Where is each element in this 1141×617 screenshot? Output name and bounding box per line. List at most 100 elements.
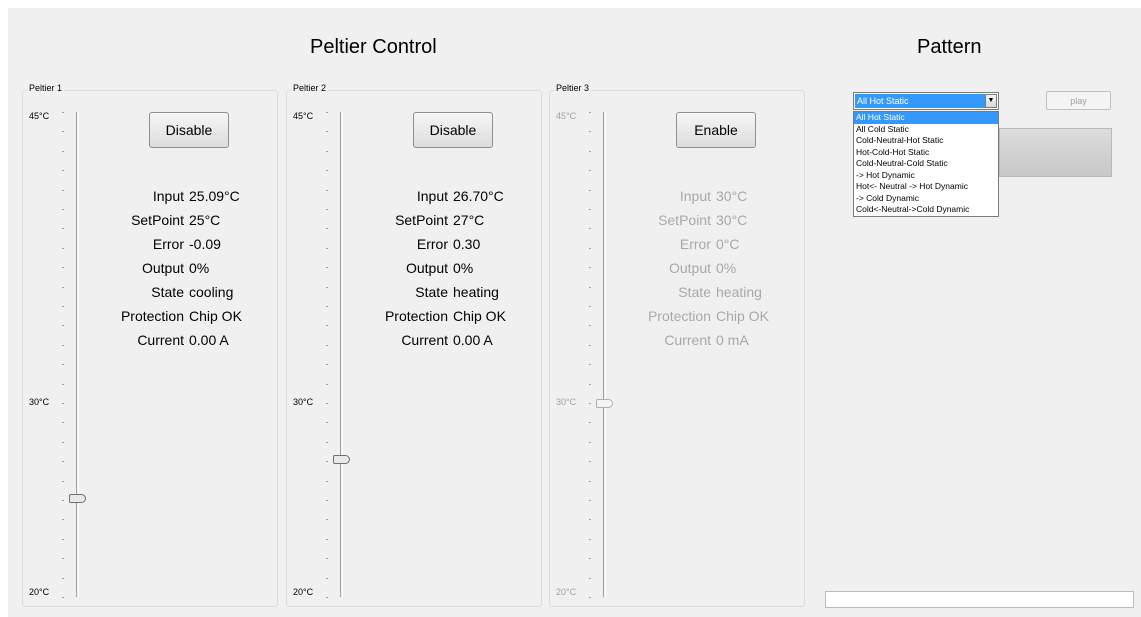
slider-tick	[326, 578, 328, 579]
state-value: heating	[453, 284, 499, 300]
enable-button[interactable]: Enable	[676, 112, 756, 148]
pattern-option[interactable]: Hot<- Neutral -> Hot Dynamic	[854, 181, 998, 193]
slider-tick	[326, 597, 328, 598]
input-row: Input 26.70°C	[287, 188, 543, 208]
pattern-select[interactable]: All Hot Static ▼	[853, 92, 999, 110]
input-label: Input	[152, 188, 184, 204]
pattern-title: Pattern	[917, 36, 982, 58]
slider-tick	[62, 384, 64, 385]
input-row: Input 30°C	[550, 188, 806, 208]
pattern-option[interactable]: All Hot Static	[854, 112, 998, 124]
slider-tick	[326, 384, 328, 385]
output-value: 0%	[189, 260, 210, 276]
slider-tick	[589, 481, 591, 482]
state-value: heating	[716, 284, 762, 300]
slider-tick	[326, 539, 328, 540]
current-label: Current	[664, 332, 711, 348]
protection-label: Protection	[384, 308, 448, 324]
setpoint-value: 30°C	[716, 212, 748, 228]
slider-tick	[326, 170, 328, 171]
slider-tick	[326, 403, 328, 404]
protection-value: Chip OK	[189, 308, 242, 324]
slider-tick	[589, 131, 591, 132]
chevron-down-icon[interactable]: ▼	[985, 94, 997, 108]
temperature-slider-track[interactable]	[76, 112, 79, 597]
pattern-option[interactable]: Cold<-Neutral->Cold Dynamic	[854, 204, 998, 216]
slider-tick	[326, 558, 328, 559]
error-row: Error 0.30	[287, 236, 543, 256]
scale-label-max: 45°C	[293, 111, 314, 121]
pattern-option[interactable]: -> Hot Dynamic	[854, 170, 998, 182]
peltier-group-label: Peltier 3	[554, 83, 592, 93]
protection-row: Protection Chip OK	[550, 308, 806, 328]
state-value: cooling	[189, 284, 234, 300]
slider-tick	[62, 539, 64, 540]
pattern-option[interactable]: Hot-Cold-Hot Static	[854, 147, 998, 159]
slider-tick	[589, 539, 591, 540]
input-value: 30°C	[716, 188, 748, 204]
scale-label-min: 20°C	[29, 587, 50, 597]
slider-tick	[62, 422, 64, 423]
slider-tick	[62, 597, 64, 598]
pattern-option[interactable]: Cold-Neutral-Cold Static	[854, 158, 998, 170]
error-row: Error -0.09	[23, 236, 279, 256]
input-label: Input	[679, 188, 711, 204]
temperature-slider-thumb[interactable]	[596, 399, 613, 408]
peltier-group-1: Peltier 1 45°C 30°C 20°C Disable Input 25.09°C…	[22, 83, 279, 607]
slider-tick	[589, 519, 591, 520]
pattern-option[interactable]: Cold-Neutral-Hot Static	[854, 135, 998, 147]
temperature-slider-thumb[interactable]	[69, 494, 86, 503]
output-label: Output	[668, 260, 711, 276]
output-label: Output	[405, 260, 448, 276]
protection-label: Protection	[647, 308, 711, 324]
play-button: play	[1046, 91, 1111, 110]
slider-tick	[62, 364, 64, 365]
temperature-slider-track[interactable]	[603, 112, 606, 597]
protection-label: Protection	[120, 308, 184, 324]
slider-tick	[62, 112, 64, 113]
current-label: Current	[401, 332, 448, 348]
slider-tick	[62, 131, 64, 132]
slider-tick	[326, 519, 328, 520]
scale-label-max: 45°C	[556, 111, 577, 121]
setpoint-row: SetPoint 30°C	[550, 212, 806, 232]
slider-tick	[589, 112, 591, 113]
setpoint-value: 27°C	[453, 212, 485, 228]
slider-tick	[589, 384, 591, 385]
slider-tick	[62, 151, 64, 152]
state-label: State	[678, 284, 711, 300]
slider-tick	[589, 578, 591, 579]
slider-tick	[326, 209, 328, 210]
current-label: Current	[137, 332, 184, 348]
current-value: 0.00 A	[189, 332, 229, 348]
current-value: 0 mA	[716, 332, 749, 348]
slider-tick	[326, 112, 328, 113]
slider-tick	[62, 481, 64, 482]
input-value: 25.09°C	[189, 188, 240, 204]
scale-label-mid: 30°C	[293, 397, 314, 407]
scale-label-min: 20°C	[556, 587, 577, 597]
setpoint-row: SetPoint 27°C	[287, 212, 543, 232]
pattern-option[interactable]: -> Cold Dynamic	[854, 193, 998, 205]
slider-tick	[589, 597, 591, 598]
error-label: Error	[152, 236, 184, 252]
slider-tick	[589, 403, 591, 404]
status-textbox[interactable]	[825, 591, 1134, 608]
scale-label-mid: 30°C	[29, 397, 50, 407]
disable-button[interactable]: Disable	[413, 112, 493, 148]
input-value: 26.70°C	[453, 188, 504, 204]
current-row: Current 0 mA	[550, 332, 806, 352]
temperature-slider-track[interactable]	[340, 112, 343, 597]
slider-tick	[62, 209, 64, 210]
slider-tick	[62, 519, 64, 520]
peltier-group-2: Peltier 2 45°C 30°C 20°C Disable Input 26.70°C…	[286, 83, 543, 607]
setpoint-value: 25°C	[189, 212, 221, 228]
error-value: -0.09	[189, 236, 221, 252]
protection-row: Protection Chip OK	[287, 308, 543, 328]
error-value: 0°C	[716, 236, 740, 252]
scale-label-mid: 30°C	[556, 397, 577, 407]
disable-button[interactable]: Disable	[149, 112, 229, 148]
pattern-option[interactable]: All Cold Static	[854, 124, 998, 136]
peltier-group-label: Peltier 1	[27, 83, 65, 93]
temperature-slider-thumb[interactable]	[333, 455, 350, 464]
